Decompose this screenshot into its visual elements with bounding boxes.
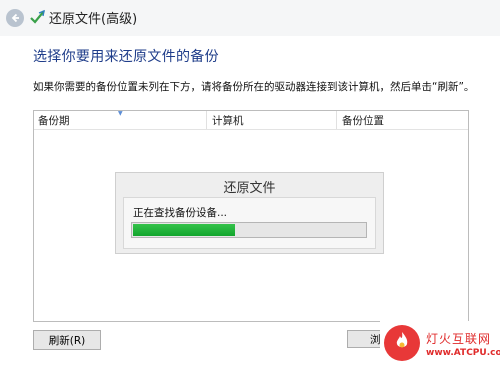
page-heading: 选择你要用来还原文件的备份 bbox=[33, 49, 219, 65]
progress-bar bbox=[131, 222, 367, 238]
title-bar: 还原文件(高级) bbox=[0, 0, 500, 36]
restore-files-icon bbox=[30, 9, 45, 24]
watermark-name: 灯火互联网 bbox=[426, 332, 492, 346]
dialog-title: 还原文件 bbox=[223, 181, 276, 196]
back-button[interactable] bbox=[6, 9, 24, 27]
restore-files-window: 还原文件(高级) 选择你要用来还原文件的备份 如果你需要的备份位置未列在下方，请… bbox=[0, 0, 500, 371]
progress-fill bbox=[133, 224, 235, 236]
restore-progress-dialog: 还原文件 正在查找备份设备... bbox=[115, 172, 384, 254]
window-title: 还原文件(高级) bbox=[49, 12, 138, 27]
column-header-backup-date[interactable]: 备份期 bbox=[38, 113, 70, 128]
column-header-computer[interactable]: 计算机 bbox=[212, 113, 244, 128]
status-text: 正在查找备份设备... bbox=[133, 207, 228, 219]
flame-icon bbox=[396, 332, 408, 348]
refresh-button[interactable]: 刷新(R) bbox=[33, 330, 101, 350]
column-divider[interactable] bbox=[336, 111, 337, 129]
list-header: ▼ 备份期 计算机 备份位置 bbox=[34, 110, 468, 130]
watermark-logo: 灯火互联网 www.ATCPU.com bbox=[380, 321, 500, 371]
column-header-backup-location[interactable]: 备份位置 bbox=[342, 113, 384, 128]
instruction-text: 如果你需要的备份位置未列在下方，请将备份所在的驱动器连接到该计算机，然后单击“刷… bbox=[33, 81, 475, 93]
sort-chevron-icon: ▼ bbox=[118, 110, 123, 117]
column-divider[interactable] bbox=[206, 111, 207, 129]
back-arrow-icon bbox=[11, 13, 19, 23]
watermark-url: www.ATCPU.com bbox=[426, 348, 500, 358]
